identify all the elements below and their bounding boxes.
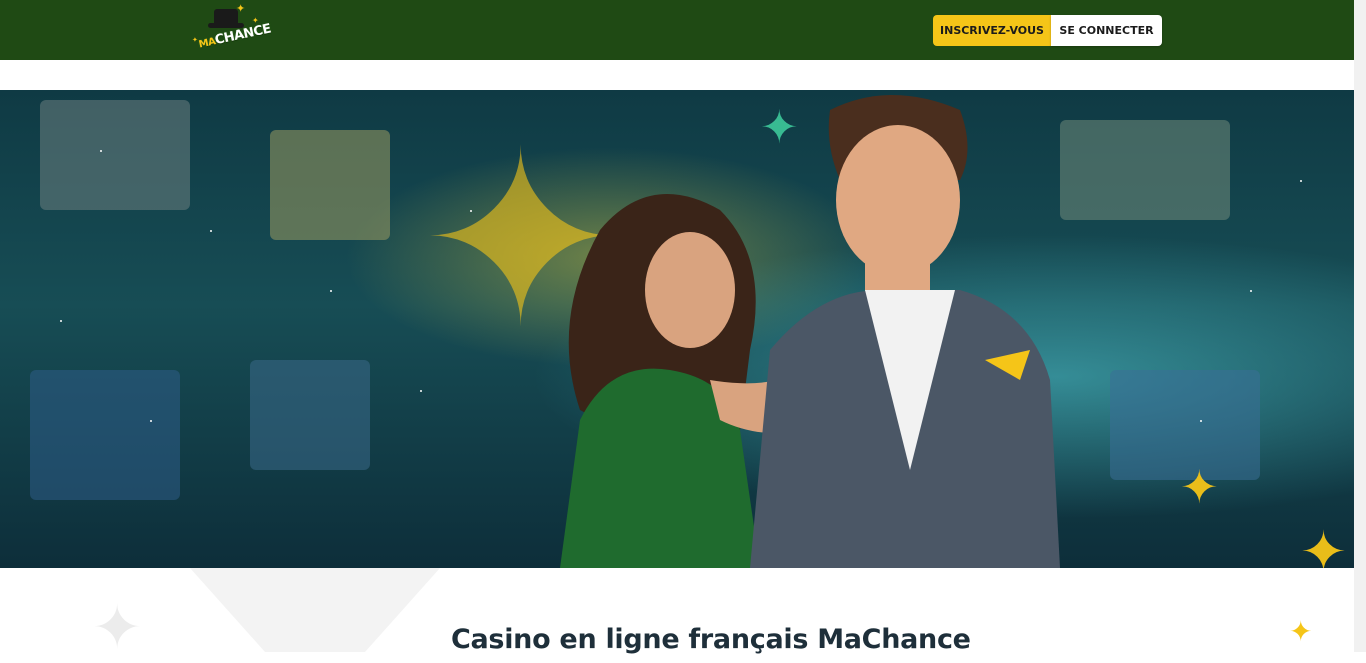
hero-banner: ✦ ✦ ✦ ✦ [0, 90, 1354, 568]
sparkle-icon: ✦ [1289, 615, 1313, 648]
sparkle-icon: ✦ [92, 593, 143, 663]
page-scrollbar[interactable] [1354, 0, 1366, 652]
slot-machine-background [250, 360, 370, 470]
slot-machine-background [1060, 120, 1230, 220]
slot-machine-background [270, 130, 390, 240]
sparkle-icon: ✦ [1180, 460, 1219, 514]
sparkle-icon: ✦ [236, 2, 246, 15]
site-header: ✦ ✦ ✦ MACHANCE INSCRIVEZ-VOUS SE CONNECT… [0, 0, 1354, 60]
decorative-shape [190, 568, 440, 652]
page-title: Casino en ligne français MaChance [451, 624, 971, 655]
register-button[interactable]: INSCRIVEZ-VOUS [933, 15, 1051, 46]
slot-machine-background [40, 100, 190, 210]
man-figure-image [750, 95, 1060, 568]
machance-logo[interactable]: ✦ ✦ ✦ MACHANCE [192, 2, 272, 57]
slot-machine-background [30, 370, 180, 500]
sparkle-icon: ✦ [1300, 520, 1347, 568]
login-button[interactable]: SE CONNECTER [1051, 15, 1162, 46]
top-hat-icon [208, 9, 244, 28]
